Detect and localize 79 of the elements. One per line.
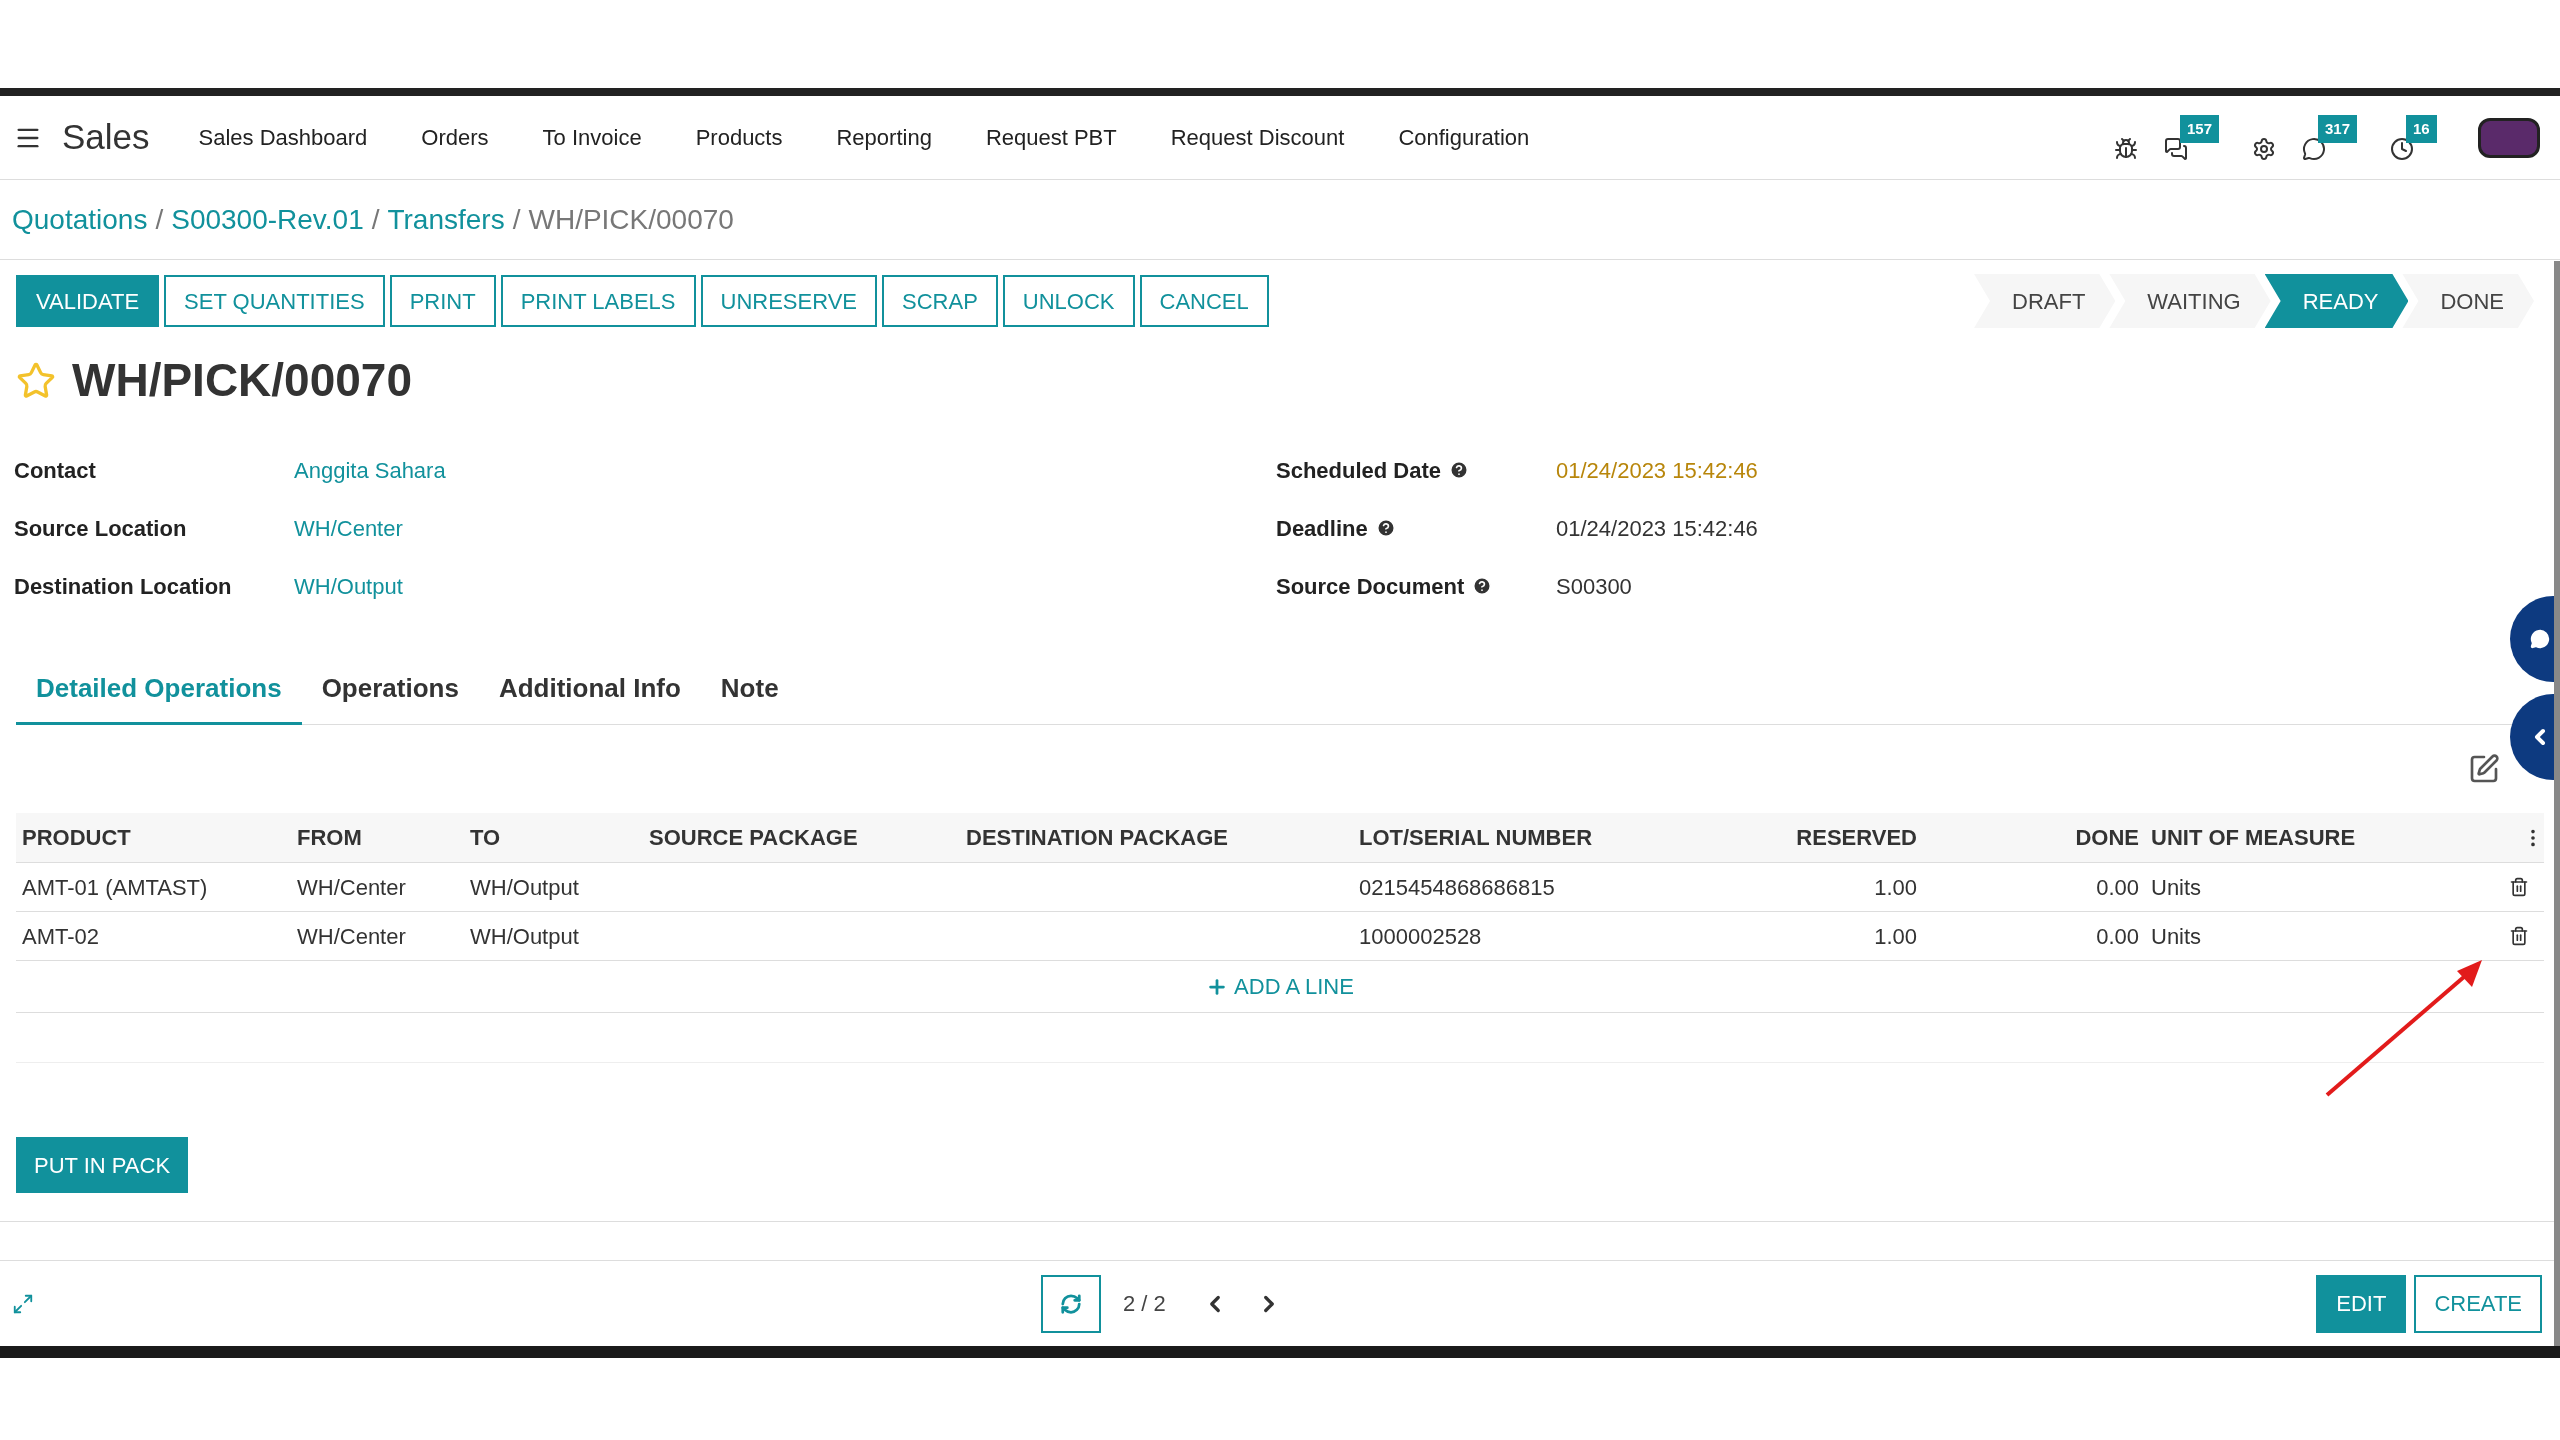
menu-item[interactable]: To Invoice bbox=[515, 121, 669, 154]
status-stage[interactable]: WAITING bbox=[2109, 274, 2271, 328]
table-cell-text: 0.00 bbox=[2095, 873, 2140, 902]
field-link[interactable]: Anggita Sahara bbox=[294, 453, 446, 487]
record-title: WH/PICK/00070 bbox=[72, 353, 412, 408]
form-tab[interactable]: Detailed Operations bbox=[16, 665, 302, 725]
count-badge: 317 bbox=[2318, 114, 2358, 143]
systray-button[interactable]: 16 bbox=[2390, 114, 2452, 161]
form-tab[interactable]: Operations bbox=[301, 665, 479, 725]
column-header[interactable]: SOURCE PACKAGE bbox=[643, 821, 960, 854]
breadcrumb-link[interactable]: Transfers bbox=[387, 198, 505, 241]
column-header[interactable]: DESTINATION PACKAGE bbox=[960, 821, 1353, 854]
table-cell-text: 0215454868686815 bbox=[1358, 873, 1556, 902]
column-header[interactable]: PRODUCT bbox=[16, 821, 291, 854]
field-label: Destination Location bbox=[14, 572, 232, 601]
action-button[interactable]: UNRESERVE bbox=[700, 275, 878, 327]
systray-button[interactable]: 317 bbox=[2302, 114, 2364, 161]
menu-item[interactable]: Orders bbox=[394, 121, 516, 154]
status-stage[interactable]: READY bbox=[2264, 274, 2409, 328]
add-line-link[interactable]: ADD A LINE bbox=[1206, 970, 1354, 1003]
table-cell-text: Units bbox=[2150, 922, 2203, 951]
table-cell-text: 1.00 bbox=[1873, 922, 1918, 951]
table-cell-text: 0.00 bbox=[2095, 922, 2140, 951]
field-label: Deadline bbox=[1276, 514, 1368, 543]
action-button[interactable]: PRINT LABELS bbox=[500, 275, 696, 327]
column-header[interactable]: DONE bbox=[1923, 821, 2145, 854]
action-button[interactable]: SCRAP bbox=[882, 275, 998, 327]
table-cell-text: AMT-01 (AMTAST) bbox=[21, 873, 209, 902]
breadcrumb-separator: / bbox=[511, 202, 522, 237]
status-stage[interactable]: DRAFT bbox=[1974, 274, 2116, 328]
table-cell-text: WH/Center bbox=[296, 922, 407, 951]
field-label: Source Location bbox=[14, 514, 187, 543]
footer-button[interactable]: EDIT bbox=[2316, 1274, 2407, 1333]
action-button[interactable]: VALIDATE bbox=[16, 275, 160, 327]
column-header[interactable]: RESERVED bbox=[1773, 821, 1923, 854]
column-header[interactable]: UNIT OF MEASURE bbox=[2145, 821, 2494, 854]
field-label: Scheduled Date bbox=[1276, 456, 1442, 485]
app-title: Sales bbox=[62, 116, 150, 159]
column-header[interactable]: LOT/SERIAL NUMBER bbox=[1353, 821, 1773, 854]
table-cell-text: WH/Output bbox=[469, 873, 580, 902]
footer-button[interactable]: CREATE bbox=[2414, 1274, 2542, 1333]
systray-button[interactable]: 157 bbox=[2164, 114, 2226, 161]
menu-item[interactable]: Request Discount bbox=[1143, 121, 1372, 154]
table-cell-text: 1.00 bbox=[1873, 873, 1918, 902]
field-value: 01/24/2023 15:42:46 bbox=[1556, 456, 1758, 485]
column-header[interactable]: FROM bbox=[291, 821, 464, 854]
table-cell-text: AMT-02 bbox=[21, 922, 101, 951]
menu-item[interactable]: Sales Dashboard bbox=[171, 121, 395, 154]
action-button[interactable]: SET QUANTITIES bbox=[164, 275, 385, 327]
breadcrumb-link[interactable]: Quotations bbox=[12, 198, 148, 241]
breadcrumb-link[interactable]: S00300-Rev.01 bbox=[171, 198, 364, 241]
table-cell-text: WH/Output bbox=[469, 922, 580, 951]
count-badge: 157 bbox=[2180, 114, 2220, 143]
table-cell-text: WH/Center bbox=[296, 873, 407, 902]
status-stage[interactable]: DONE bbox=[2402, 274, 2534, 328]
pager-counter: 2 / 2 bbox=[1123, 1290, 1166, 1318]
form-tab[interactable]: Additional Info bbox=[478, 665, 701, 725]
action-button[interactable]: PRINT bbox=[389, 275, 496, 327]
action-button[interactable]: CANCEL bbox=[1139, 275, 1269, 327]
menu-item[interactable]: Products bbox=[668, 121, 810, 154]
field-link[interactable]: WH/Output bbox=[294, 569, 403, 603]
action-button[interactable]: UNLOCK bbox=[1002, 275, 1135, 327]
put-in-pack-button[interactable]: PUT IN PACK bbox=[16, 1137, 189, 1193]
column-header[interactable]: TO bbox=[464, 821, 643, 854]
menu-item[interactable]: Request PBT bbox=[958, 121, 1144, 154]
field-value: S00300 bbox=[1556, 572, 1632, 601]
field-value: 01/24/2023 15:42:46 bbox=[1556, 514, 1758, 543]
menu-item[interactable]: Configuration bbox=[1371, 121, 1557, 154]
form-tab[interactable]: Note bbox=[700, 665, 799, 725]
breadcrumb-separator: / bbox=[370, 202, 381, 237]
breadcrumb-current: WH/PICK/00070 bbox=[528, 202, 734, 237]
breadcrumb-separator: / bbox=[154, 202, 165, 237]
table-cell-text: 1000002528 bbox=[1358, 922, 1483, 951]
menu-item[interactable]: Reporting bbox=[809, 121, 959, 154]
field-label: Contact bbox=[14, 456, 96, 485]
count-badge: 16 bbox=[2406, 114, 2437, 143]
table-cell-text: Units bbox=[2150, 873, 2203, 902]
field-label: Source Document bbox=[1276, 572, 1465, 601]
field-link[interactable]: WH/Center bbox=[294, 511, 403, 545]
